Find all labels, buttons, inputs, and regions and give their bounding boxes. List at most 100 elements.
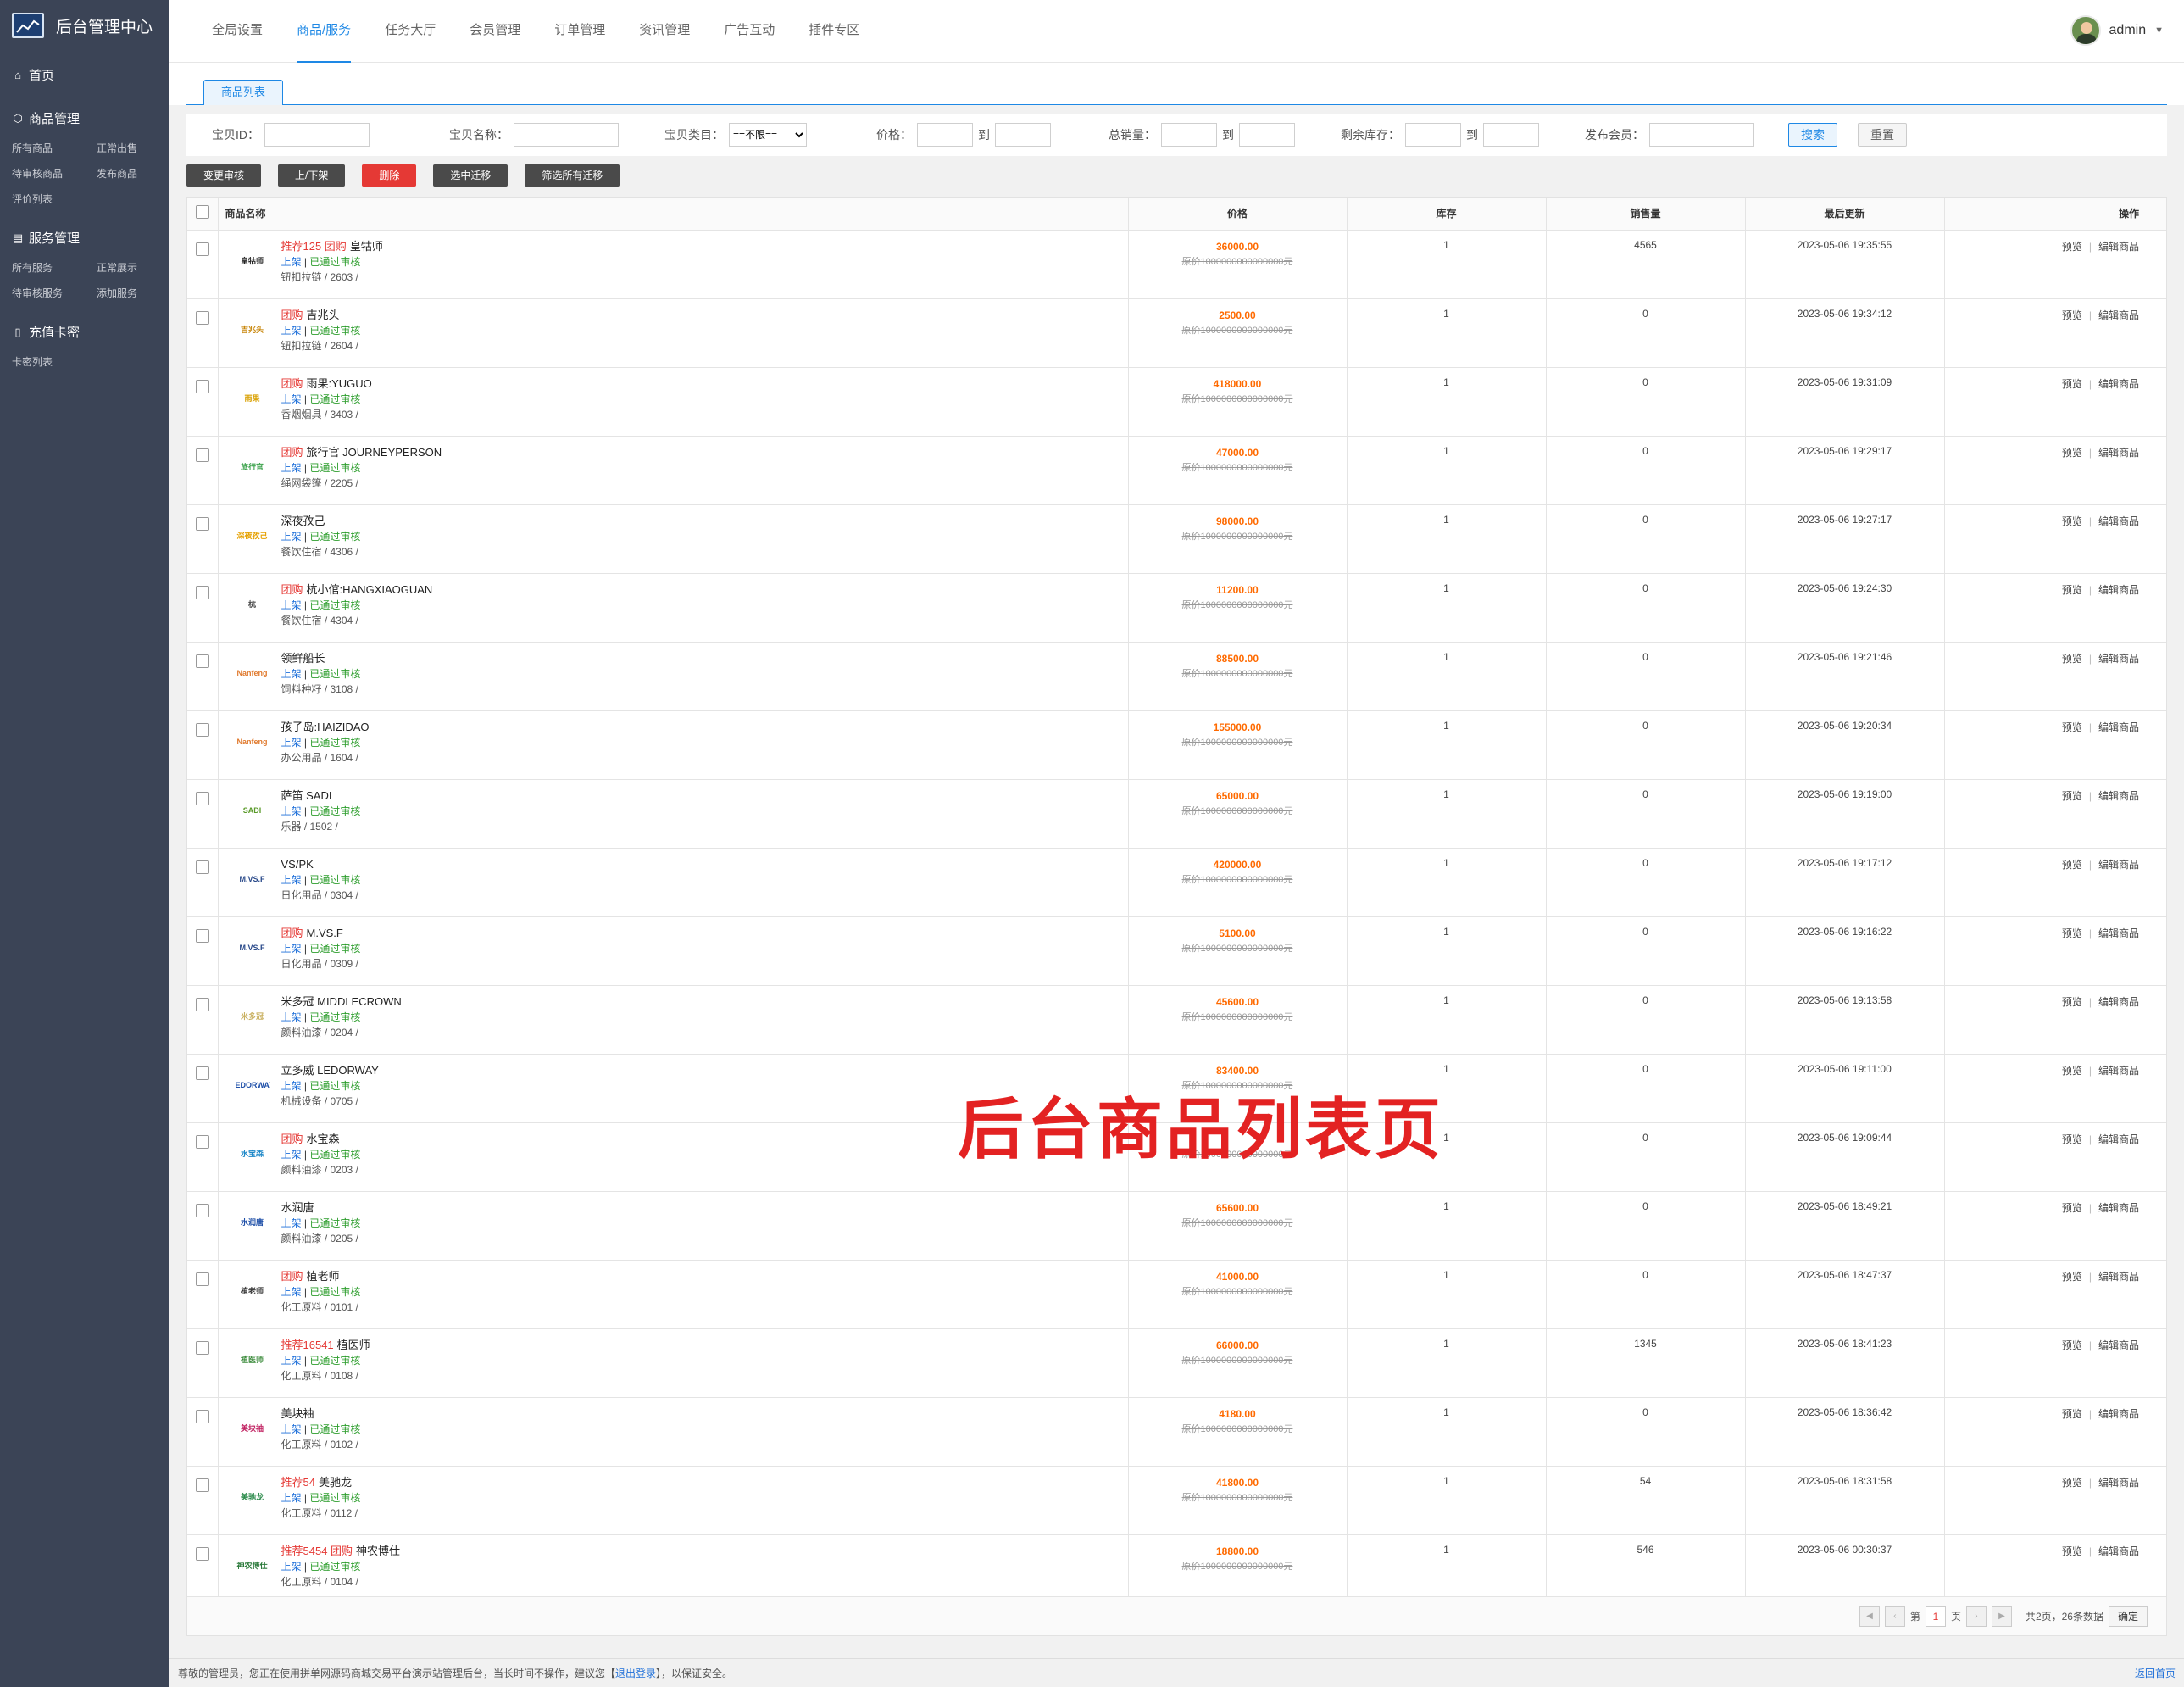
- sidebar-item-normal-display[interactable]: 正常展示: [97, 255, 181, 281]
- row-status-on[interactable]: 上架: [281, 393, 302, 405]
- preview-link[interactable]: 预览: [2062, 1065, 2082, 1077]
- row-select-cell[interactable]: [187, 642, 219, 711]
- row-status-on[interactable]: 上架: [281, 943, 302, 955]
- row-status-on[interactable]: 上架: [281, 531, 302, 543]
- preview-link[interactable]: 预览: [2062, 996, 2082, 1008]
- preview-link[interactable]: 预览: [2062, 515, 2082, 527]
- preview-link[interactable]: 预览: [2062, 1545, 2082, 1557]
- row-select-cell[interactable]: [187, 1466, 219, 1535]
- row-select-cell[interactable]: [187, 1054, 219, 1123]
- row-select-cell[interactable]: [187, 985, 219, 1055]
- product-logo[interactable]: 米多冠: [236, 1001, 270, 1032]
- next-page-icon[interactable]: ›: [1965, 1606, 1987, 1627]
- product-logo[interactable]: 深夜孜己: [236, 521, 270, 551]
- filter-sales-min[interactable]: [1161, 123, 1217, 147]
- row-title[interactable]: 植医师: [337, 1339, 370, 1351]
- user-menu[interactable]: admin ▼: [2070, 15, 2164, 46]
- row-checkbox[interactable]: [195, 928, 209, 943]
- row-title[interactable]: 萨笛 SADI: [281, 789, 332, 802]
- row-checkbox[interactable]: [195, 448, 209, 462]
- topnav-item[interactable]: 会员管理: [470, 0, 520, 63]
- preview-link[interactable]: 预览: [2062, 309, 2082, 321]
- row-title[interactable]: 杭小倌:HANGXIAOGUAN: [307, 583, 433, 596]
- product-logo[interactable]: 美驰龙: [236, 1482, 270, 1512]
- preview-link[interactable]: 预览: [2062, 721, 2082, 733]
- row-checkbox[interactable]: [195, 791, 209, 805]
- topnav-item[interactable]: 订单管理: [554, 0, 605, 63]
- row-title[interactable]: 水宝森: [307, 1133, 340, 1145]
- row-title[interactable]: 孩子岛:HAIZIDAO: [281, 721, 370, 733]
- row-checkbox[interactable]: [195, 1134, 209, 1149]
- filter-id-input[interactable]: [264, 123, 370, 147]
- product-logo[interactable]: 皇牯师: [236, 246, 270, 276]
- row-status-on[interactable]: 上架: [281, 668, 302, 680]
- edit-goods-link[interactable]: 编辑商品: [2098, 1065, 2139, 1077]
- row-title[interactable]: M.VS.F: [307, 927, 343, 939]
- product-logo[interactable]: 水宝森: [236, 1139, 270, 1169]
- preview-link[interactable]: 预览: [2062, 1271, 2082, 1283]
- preview-link[interactable]: 预览: [2062, 447, 2082, 459]
- preview-link[interactable]: 预览: [2062, 1408, 2082, 1420]
- row-status-on[interactable]: 上架: [281, 1286, 302, 1298]
- sidebar-item-publish-goods[interactable]: 发布商品: [97, 161, 181, 187]
- product-logo[interactable]: M.VS.F: [236, 864, 270, 894]
- preview-link[interactable]: 预览: [2062, 653, 2082, 665]
- edit-goods-link[interactable]: 编辑商品: [2098, 584, 2139, 596]
- edit-goods-link[interactable]: 编辑商品: [2098, 241, 2139, 253]
- preview-link[interactable]: 预览: [2062, 378, 2082, 390]
- row-select-cell[interactable]: [187, 367, 219, 437]
- row-title[interactable]: 深夜孜己: [281, 515, 325, 527]
- edit-goods-link[interactable]: 编辑商品: [2098, 1339, 2139, 1351]
- row-title[interactable]: 旅行官 JOURNEYPERSON: [307, 446, 442, 459]
- prev-page-icon[interactable]: ‹: [1884, 1606, 1905, 1627]
- topnav-item[interactable]: 全局设置: [212, 0, 263, 63]
- edit-goods-link[interactable]: 编辑商品: [2098, 859, 2139, 871]
- row-title[interactable]: 吉兆头: [307, 309, 340, 321]
- brand[interactable]: 后台管理中心: [0, 0, 169, 51]
- tab-goods-list[interactable]: 商品列表: [203, 80, 284, 105]
- migrate-all-filtered-button[interactable]: 筛选所有迁移: [525, 164, 620, 187]
- filter-price-min[interactable]: [917, 123, 973, 147]
- edit-goods-link[interactable]: 编辑商品: [2098, 1133, 2139, 1145]
- row-status-on[interactable]: 上架: [281, 256, 302, 268]
- row-select-cell[interactable]: [187, 1191, 219, 1261]
- row-checkbox[interactable]: [195, 1340, 209, 1355]
- product-logo[interactable]: 美块袖: [236, 1413, 270, 1444]
- sidebar-item-on-sale[interactable]: 正常出售: [97, 136, 181, 161]
- select-all-cell[interactable]: [187, 198, 219, 231]
- row-checkbox[interactable]: [195, 310, 209, 325]
- row-checkbox[interactable]: [195, 1066, 209, 1080]
- back-home-link[interactable]: 返回首页: [2135, 1666, 2176, 1680]
- logout-link[interactable]: 退出登录: [615, 1666, 656, 1680]
- row-status-on[interactable]: 上架: [281, 325, 302, 337]
- sidebar-item-pending-services[interactable]: 待审核服务: [12, 281, 97, 306]
- row-select-cell[interactable]: [187, 230, 219, 299]
- edit-goods-link[interactable]: 编辑商品: [2098, 515, 2139, 527]
- edit-goods-link[interactable]: 编辑商品: [2098, 927, 2139, 939]
- row-select-cell[interactable]: [187, 298, 219, 368]
- row-select-cell[interactable]: [187, 1328, 219, 1398]
- edit-goods-link[interactable]: 编辑商品: [2098, 1271, 2139, 1283]
- row-checkbox[interactable]: [195, 1272, 209, 1286]
- row-title[interactable]: 神农博仕: [356, 1545, 400, 1557]
- row-status-on[interactable]: 上架: [281, 1492, 302, 1504]
- migrate-selected-button[interactable]: 选中迁移: [433, 164, 508, 187]
- topnav-item[interactable]: 商品/服务: [297, 0, 352, 63]
- sidebar-group-title[interactable]: ▯ 充值卡密: [0, 315, 169, 349]
- first-page-icon[interactable]: ◀: [1859, 1606, 1880, 1627]
- sidebar-item-add-service[interactable]: 添加服务: [97, 281, 181, 306]
- row-title[interactable]: VS/PK: [281, 858, 314, 871]
- row-status-on[interactable]: 上架: [281, 462, 302, 474]
- edit-goods-link[interactable]: 编辑商品: [2098, 1477, 2139, 1489]
- edit-goods-link[interactable]: 编辑商品: [2098, 1202, 2139, 1214]
- edit-goods-link[interactable]: 编辑商品: [2098, 1408, 2139, 1420]
- row-title[interactable]: 水润唐: [281, 1201, 314, 1214]
- filter-price-max[interactable]: [995, 123, 1051, 147]
- preview-link[interactable]: 预览: [2062, 1477, 2082, 1489]
- search-button[interactable]: 搜索: [1788, 123, 1837, 147]
- sidebar-item-all-goods[interactable]: 所有商品: [12, 136, 97, 161]
- last-page-icon[interactable]: ▶: [1991, 1606, 2012, 1627]
- sidebar-group-title[interactable]: ⬡ 商品管理: [0, 101, 169, 136]
- row-checkbox[interactable]: [195, 516, 209, 531]
- row-status-on[interactable]: 上架: [281, 737, 302, 749]
